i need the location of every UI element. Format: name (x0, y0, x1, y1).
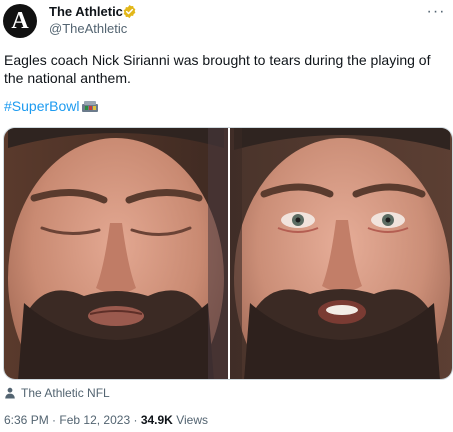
tweet-meta: 6:36 PM · Feb 12, 2023 · 34.9K Views (4, 413, 208, 427)
tweet-text: Eagles coach Nick Sirianni was brought t… (4, 52, 431, 86)
tweet-date[interactable]: Feb 12, 2023 (59, 413, 130, 427)
avatar-letter: A (11, 7, 29, 34)
views-label: Views (176, 413, 208, 427)
hashtag-line: #SuperBowl (4, 97, 99, 115)
media-grid (3, 127, 453, 380)
handle[interactable]: @TheAthletic (49, 21, 127, 36)
media-tag-label: The Athletic NFL (21, 386, 110, 400)
media-tag[interactable]: The Athletic NFL (4, 385, 110, 401)
more-options-icon[interactable]: ··· (423, 3, 449, 21)
display-name[interactable]: The Athletic (49, 4, 123, 19)
avatar[interactable]: A (3, 4, 37, 38)
tweet-time[interactable]: 6:36 PM (4, 413, 49, 427)
views-count: 34.9K (140, 413, 173, 427)
meta-separator: · (133, 413, 138, 427)
verified-badge-icon (123, 4, 136, 19)
person-icon (5, 387, 15, 399)
hashtag-link[interactable]: #SuperBowl (4, 98, 80, 114)
tweet-header: A The Athletic @TheAthletic ··· (0, 0, 453, 48)
meta-separator: · (52, 413, 57, 427)
photo-sirianni-eyes-open-tearful[interactable] (230, 128, 452, 379)
photo-sirianni-eyes-closed[interactable] (4, 128, 228, 379)
super-bowl-hashflag-icon (81, 101, 98, 112)
